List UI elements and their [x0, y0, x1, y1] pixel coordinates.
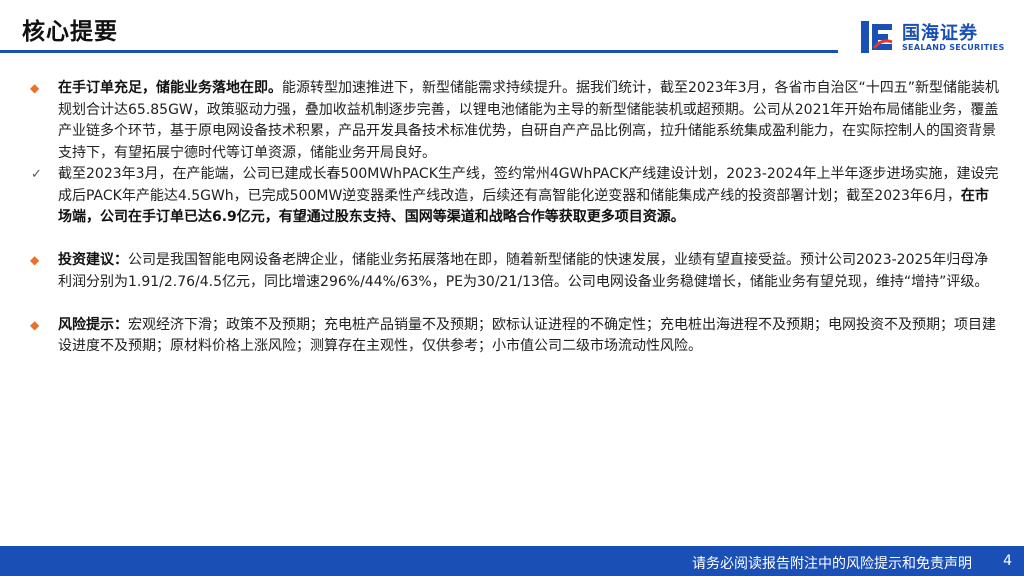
bullet-capacity-text: 截至2023年3月，在产能端，公司已建成长春500MWhPACK生产线，签约常州…: [58, 166, 999, 204]
page-number: 4: [1003, 553, 1012, 569]
title-divider: [0, 50, 838, 53]
bullet-risk-heading: 风险提示：: [58, 316, 128, 333]
bullet-investment: ◆ 投资建议：公司是我国智能电网设备老牌企业，储能业务拓展落地在即，随着新型储能…: [28, 250, 1000, 293]
logo-text-en: SEALAND SECURITIES: [902, 43, 1005, 52]
diamond-bullet-icon: ◆: [30, 253, 40, 267]
bullet-investment-heading: 投资建议：: [58, 252, 128, 268]
page-title: 核心提要: [22, 19, 118, 45]
checkmark-bullet-icon: ✓: [31, 167, 42, 182]
bullet-investment-text: 公司是我国智能电网设备老牌企业，储能业务拓展落地在即，随着新型储能的快速发展，业…: [58, 252, 989, 290]
diamond-bullet-icon: ◆: [30, 317, 40, 332]
disclaimer-text: 请务必阅读报告附注中的风险提示和免责声明: [692, 556, 972, 572]
bullet-capacity: ✓ 截至2023年3月，在产能端，公司已建成长春500MWhPACK生产线，签约…: [28, 164, 1000, 229]
bullet-orders-heading: 在手订单充足，储能业务落地在即。: [58, 80, 282, 96]
bullet-risk-text: 宏观经济下滑；政策不及预期；充电桩产品销量不及预期；欧标认证进程的不确定性；充电…: [58, 316, 996, 355]
footer-bar: 请务必阅读报告附注中的风险提示和免责声明 4: [0, 546, 1024, 576]
diamond-bullet-icon: ◆: [30, 81, 40, 95]
bullet-orders: ◆ 在手订单充足，储能业务落地在即。能源转型加速推进下，新型储能需求持续提升。据…: [28, 78, 1000, 164]
sealand-logo-icon: [861, 21, 893, 53]
summary-content: ◆ 在手订单充足，储能业务落地在即。能源转型加速推进下，新型储能需求持续提升。据…: [28, 78, 1000, 358]
sealand-logo: 国海证券 SEALAND SECURITIES: [860, 18, 1010, 58]
bullet-risk: ◆ 风险提示：宏观经济下滑；政策不及预期；充电桩产品销量不及预期；欧标认证进程的…: [28, 315, 1000, 358]
logo-text-cn: 国海证券: [902, 23, 978, 44]
